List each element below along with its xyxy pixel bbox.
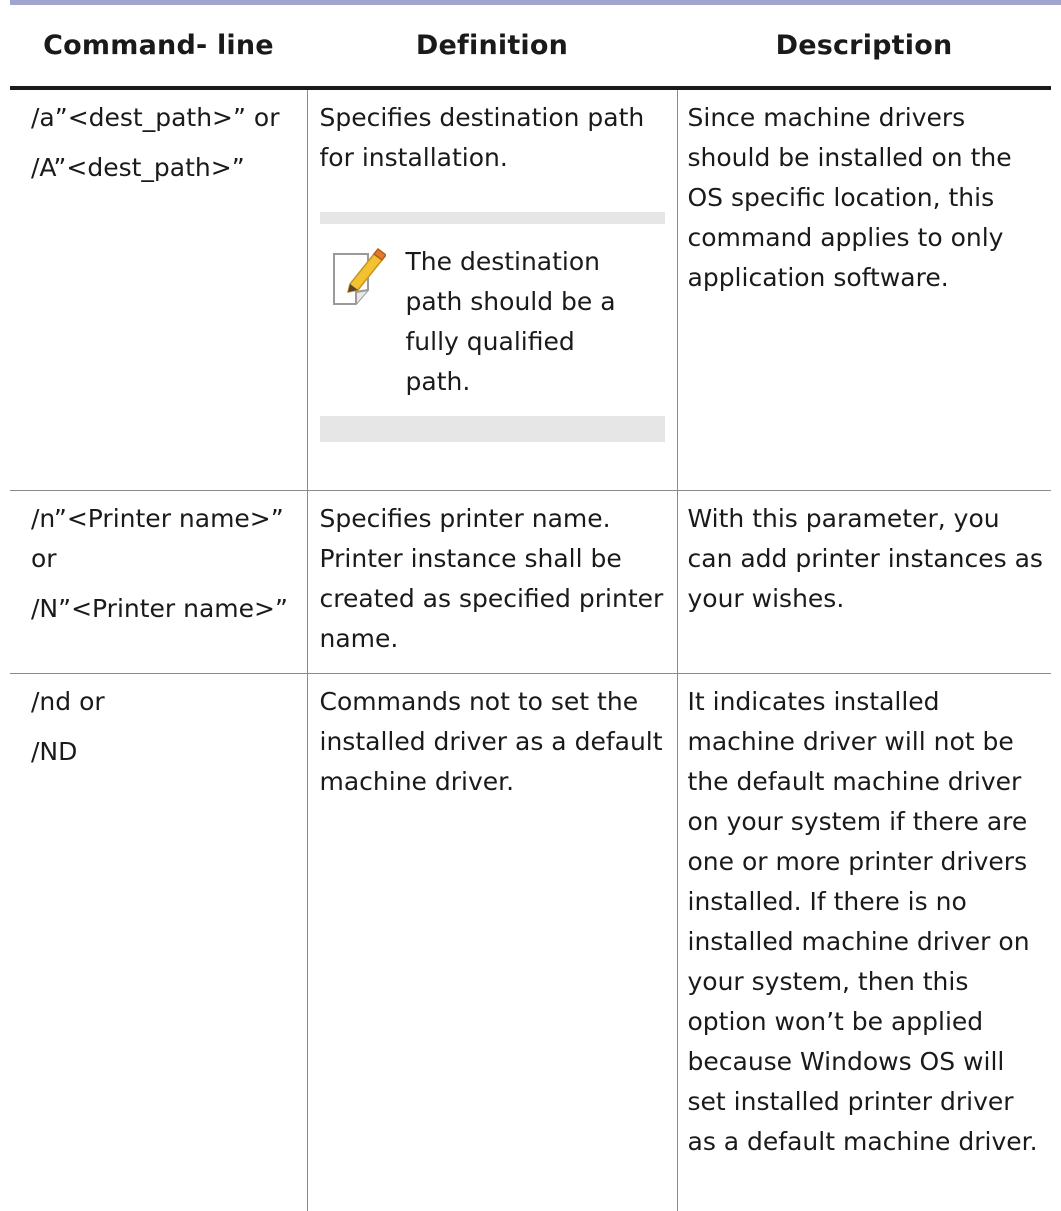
note-text: The destination path should be a fully q… [406, 242, 636, 402]
command-cell: /a”<dest_path>” or /A”<dest_path>” [10, 88, 307, 491]
table-row: /a”<dest_path>” or /A”<dest_path>” Speci… [10, 88, 1051, 491]
table-row: /n”<Printer name>” or /N”<Printer name>”… [10, 491, 1051, 674]
command-text: /a”<dest_path>” or [31, 98, 301, 138]
description-cell: Since machine drivers should be installe… [677, 88, 1051, 491]
command-text: /nd or [31, 682, 301, 722]
header-description: Description [677, 5, 1051, 88]
command-text: /n”<Printer name>” or [31, 499, 301, 579]
command-cell: /nd or /ND [10, 674, 307, 1211]
definition-cell: Commands not to set the installed driver… [307, 674, 677, 1211]
description-text: With this parameter, you can add printer… [688, 499, 1048, 619]
header-command-line: Command- line [10, 5, 307, 88]
note-pencil-icon [328, 246, 386, 308]
document-page: Command- line Definition Description /a”… [10, 0, 1061, 1211]
command-line-table: Command- line Definition Description /a”… [10, 5, 1051, 1211]
command-text: /N”<Printer name>” [31, 589, 301, 629]
definition-text: Specifies destination path for installat… [320, 98, 671, 178]
definition-cell: Specifies destination path for installat… [307, 88, 677, 491]
description-text: Since machine drivers should be installe… [688, 98, 1048, 298]
description-text: It indicates installed machine driver wi… [688, 682, 1048, 1162]
definition-text: Specifies printer name. Printer instance… [320, 499, 671, 659]
description-cell: It indicates installed machine driver wi… [677, 674, 1051, 1211]
table-row: /nd or /ND Commands not to set the insta… [10, 674, 1051, 1211]
command-cell: /n”<Printer name>” or /N”<Printer name>” [10, 491, 307, 674]
definition-text: Commands not to set the installed driver… [320, 682, 671, 802]
command-text: /ND [31, 732, 301, 772]
definition-cell: Specifies printer name. Printer instance… [307, 491, 677, 674]
table-header-row: Command- line Definition Description [10, 5, 1051, 88]
command-text: /A”<dest_path>” [31, 148, 301, 188]
description-cell: With this parameter, you can add printer… [677, 491, 1051, 674]
header-definition: Definition [307, 5, 677, 88]
note-box: The destination path should be a fully q… [320, 212, 665, 442]
